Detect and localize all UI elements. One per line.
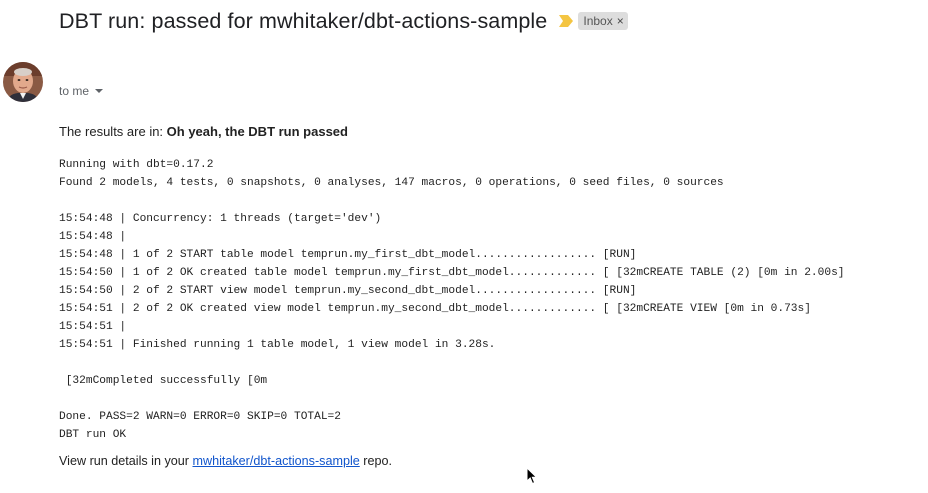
subject-row: DBT run: passed for mwhitaker/dbt-action… bbox=[59, 6, 628, 36]
log-line: 15:54:48 | 1 of 2 START table model temp… bbox=[59, 249, 637, 261]
repo-link[interactable]: mwhitaker/dbt-actions-sample bbox=[192, 454, 359, 468]
chevron-down-icon[interactable] bbox=[95, 89, 104, 93]
log-line: 15:54:51 | 2 of 2 OK created view model … bbox=[59, 303, 811, 315]
footer-prefix: View run details in your bbox=[59, 454, 193, 468]
importance-marker-icon[interactable] bbox=[558, 14, 574, 28]
email-subject: DBT run: passed for mwhitaker/dbt-action… bbox=[59, 8, 548, 33]
log-line: Found 2 models, 4 tests, 0 snapshots, 0 … bbox=[59, 177, 724, 189]
intro-text: The results are in: Oh yeah, the DBT run… bbox=[59, 124, 919, 140]
intro-prefix: The results are in: bbox=[59, 124, 167, 139]
email-body: The results are in: Oh yeah, the DBT run… bbox=[59, 124, 919, 469]
log-line: 15:54:48 | Concurrency: 1 threads (targe… bbox=[59, 213, 382, 225]
log-line: 15:54:50 | 2 of 2 START view model tempr… bbox=[59, 285, 637, 297]
remove-label-icon[interactable]: × bbox=[617, 13, 624, 29]
dbt-log-output: Running with dbt=0.17.2 Found 2 models, … bbox=[59, 156, 919, 444]
log-line: Done. PASS=2 WARN=0 ERROR=0 SKIP=0 TOTAL… bbox=[59, 411, 341, 423]
recipient-details-toggle[interactable]: to me bbox=[59, 84, 104, 98]
recipient-label: to me bbox=[59, 84, 90, 98]
footer-text: View run details in your mwhitaker/dbt-a… bbox=[59, 453, 919, 469]
log-line: 15:54:51 | bbox=[59, 321, 133, 333]
inbox-label-text: Inbox bbox=[583, 14, 613, 28]
inbox-label-chip: Inbox × bbox=[578, 12, 628, 30]
intro-headline: Oh yeah, the DBT run passed bbox=[166, 124, 348, 139]
log-line: 15:54:50 | 1 of 2 OK created table model… bbox=[59, 267, 845, 279]
log-line: DBT run OK bbox=[59, 429, 127, 441]
log-line: 15:54:51 | Finished running 1 table mode… bbox=[59, 339, 496, 351]
log-line: Running with dbt=0.17.2 bbox=[59, 159, 214, 171]
mouse-pointer-icon bbox=[526, 466, 538, 485]
log-line: 15:54:48 | bbox=[59, 231, 133, 243]
sender-avatar[interactable] bbox=[3, 62, 43, 102]
footer-suffix: repo. bbox=[359, 454, 392, 468]
log-line: [32mCompleted successfully [0m bbox=[59, 375, 268, 387]
